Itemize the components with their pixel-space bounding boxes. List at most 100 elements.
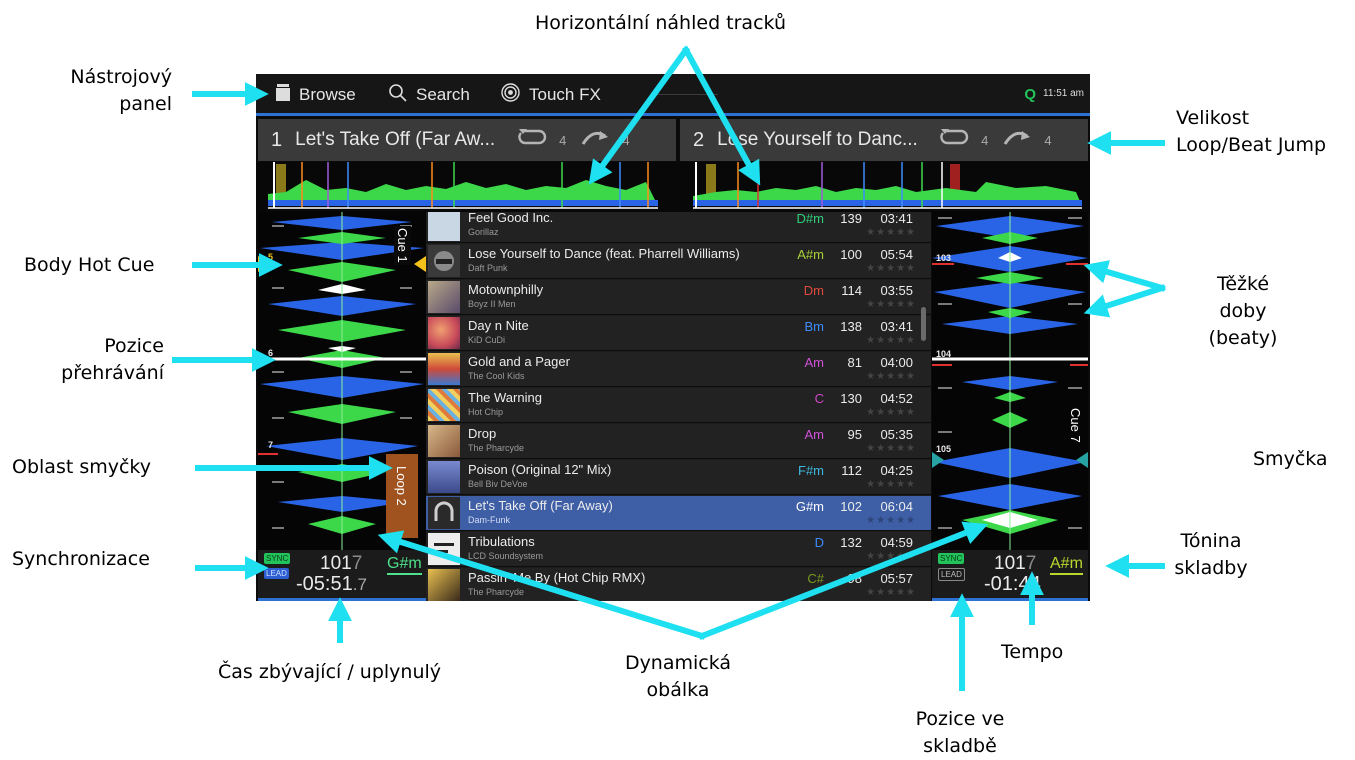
quantize-indicator[interactable]: Q [1024, 86, 1036, 103]
folder-icon [276, 84, 290, 106]
callout-envelope: Dynamická obálka [608, 650, 748, 704]
track-title: The Warning [468, 390, 542, 405]
deck1-overview-waveform[interactable] [268, 162, 658, 209]
track-row[interactable]: Feel Good Inc. Gorillaz D#m 139 03:41 ★★… [426, 212, 931, 243]
device-screen: Browse Search Touch FX Q 11:51 am 1 Let'… [256, 74, 1090, 601]
track-rating[interactable]: ★★★★★ [866, 371, 916, 382]
track-rating[interactable]: ★★★★★ [866, 299, 916, 310]
deck1-lead-button[interactable]: LEAD [264, 568, 289, 579]
deck1-beatjump-icon[interactable] [580, 128, 610, 152]
deck2-header[interactable]: 2 Lose Yourself to Danc... 4 4 [680, 119, 1088, 161]
track-bpm: 100 [840, 247, 862, 262]
track-artist: Boyz II Men [468, 299, 516, 309]
deck1-sync-button[interactable]: SYNC [264, 553, 291, 564]
deck2-key[interactable]: A#m [1050, 555, 1083, 575]
track-row[interactable]: Gold and a Pager The Cool Kids Am 81 04:… [426, 352, 931, 387]
track-duration: 05:57 [880, 571, 913, 586]
track-overview[interactable] [256, 162, 1090, 212]
track-row[interactable]: Motownphilly Boyz II Men Dm 114 03:55 ★★… [426, 280, 931, 315]
deck1-time-main: -05:51 [296, 573, 353, 595]
track-rating[interactable]: ★★★★★ [866, 263, 916, 274]
callout-track-position-line2: skladbě [923, 735, 997, 757]
toolbar: Browse Search Touch FX Q 11:51 am [256, 74, 1090, 116]
track-artist: Gorillaz [468, 227, 499, 237]
deck1-key[interactable]: G#m [387, 555, 422, 575]
track-row[interactable]: Drop The Pharcyde Am 95 05:35 ★★★★★ [426, 424, 931, 459]
callout-play-position-line1: Pozice [104, 335, 164, 357]
deck1-number: 1 [271, 128, 283, 151]
deck2-overview-waveform[interactable] [693, 162, 1082, 209]
deck2-status: SYNC LEAD 1017 A#m -01:44 [932, 550, 1088, 601]
track-row[interactable]: Poison (Original 12" Mix) Bell Biv DeVoe… [426, 460, 931, 495]
deck2-beat-number-105: 105 [936, 444, 952, 454]
track-artist: The Pharcyde [468, 587, 525, 597]
deck1-loop-size[interactable]: 4 [559, 133, 566, 148]
track-row[interactable]: Tribulations LCD Soundsystem D 132 04:59… [426, 532, 931, 567]
deck1-bpm-decimal: 7 [351, 553, 363, 574]
track-bpm: 138 [840, 319, 862, 334]
album-art [428, 281, 460, 313]
track-bpm: 81 [847, 355, 862, 370]
deck2-beat-number-103: 103 [936, 253, 952, 263]
track-row[interactable]: Day n Nite KiD CuDi Bm 138 03:41 ★★★★★ [426, 316, 931, 351]
track-artist: KiD CuDi [468, 335, 506, 345]
track-rating[interactable]: ★★★★★ [866, 407, 916, 418]
track-rating[interactable]: ★★★★★ [866, 479, 916, 490]
deck2-sync-button[interactable]: SYNC [938, 553, 965, 564]
browse-button[interactable]: Browse [276, 84, 356, 106]
deck2-time[interactable]: -01:44 [984, 573, 1041, 596]
track-row[interactable]: Passin' Me By (Hot Chip RMX) The Pharcyd… [426, 568, 931, 601]
deck1-header[interactable]: 1 Let's Take Off (Far Aw... 4 4 [258, 119, 676, 161]
browser-scrollbar[interactable] [921, 307, 926, 341]
track-artist: Daft Punk [468, 263, 508, 273]
track-key: A#m [797, 247, 824, 262]
search-button[interactable]: Search [389, 83, 470, 106]
deck2-waveform[interactable]: 103 104 105 Cue 7 [932, 212, 1088, 550]
callout-play-position-line2: přehrávání [61, 362, 164, 384]
deck1-time[interactable]: -05:51.7 [296, 573, 367, 596]
touch-fx-label: Touch FX [529, 85, 601, 104]
deck2-loop-icon[interactable] [939, 128, 969, 152]
track-duration: 04:59 [880, 535, 913, 550]
deck1-hot-cue-right-marker[interactable] [414, 256, 426, 272]
deck2-bpm-decimal: 7 [1025, 553, 1037, 574]
album-art [428, 425, 460, 457]
deck2-loop-out-marker[interactable] [1076, 452, 1088, 468]
track-browser[interactable]: Feel Good Inc. Gorillaz D#m 139 03:41 ★★… [426, 212, 931, 601]
callout-key-line1: Tónina [1180, 530, 1242, 552]
track-artist: Bell Biv DeVoe [468, 479, 528, 489]
deck2-bpm[interactable]: 1017 [994, 553, 1036, 575]
track-rating[interactable]: ★★★★★ [866, 443, 916, 454]
deck1-bpm[interactable]: 1017 [320, 553, 362, 575]
deck2-jump-size[interactable]: 4 [1044, 133, 1051, 148]
track-bpm: 132 [840, 535, 862, 550]
track-rating[interactable]: ★★★★★ [866, 335, 916, 346]
track-rating[interactable]: ★★★★★ [866, 227, 916, 238]
callout-track-position: Pozice ve skladbě [895, 706, 1025, 760]
track-row[interactable]: Lose Yourself to Dance (feat. Pharrell W… [426, 244, 931, 279]
deck1-loop-icon[interactable] [517, 128, 547, 152]
album-art [428, 317, 460, 349]
browse-label: Browse [299, 85, 356, 104]
track-key: G#m [795, 499, 824, 514]
track-key: Dm [803, 283, 824, 298]
track-rating[interactable]: ★★★★★ [866, 551, 916, 562]
deck1-cue-label: Cue 1 [394, 226, 411, 265]
callout-key: Tónina skladby [1166, 528, 1256, 582]
callout-downbeats-line1: Těžké [1216, 273, 1270, 295]
deck2-lead-button[interactable]: LEAD [938, 568, 965, 581]
deck1-jump-size[interactable]: 4 [622, 133, 629, 148]
track-rating[interactable]: ★★★★★ [866, 515, 916, 526]
track-row[interactable]: The Warning Hot Chip C 130 04:52 ★★★★★ [426, 388, 931, 423]
toolbar-center-handle[interactable] [654, 94, 718, 95]
track-rating[interactable]: ★★★★★ [866, 587, 916, 598]
deck1-waveform[interactable]: 5 6 7 Cue 1 Loop 2 [258, 212, 426, 550]
deck2-loop-in-marker[interactable] [932, 452, 944, 468]
touch-fx-button[interactable]: Touch FX [501, 83, 601, 106]
deck2-loop-size[interactable]: 4 [981, 133, 988, 148]
track-row-selected[interactable]: Let's Take Off (Far Away) Dam-Funk G#m 1… [426, 496, 931, 531]
deck2-beatjump-icon[interactable] [1002, 128, 1032, 152]
callout-time: Čas zbývající / uplynulý [218, 661, 442, 683]
track-duration: 03:41 [880, 319, 913, 334]
track-duration: 04:25 [880, 463, 913, 478]
